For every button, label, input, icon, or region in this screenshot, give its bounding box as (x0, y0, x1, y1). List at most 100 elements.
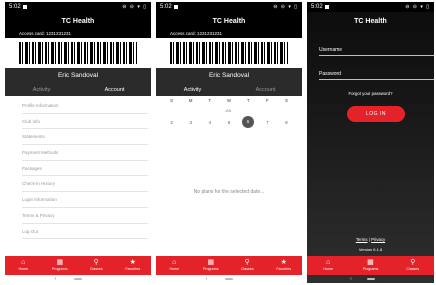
access-card-label: Access card: 1231231231 (5, 30, 151, 38)
privacy-link[interactable]: Privacy (371, 237, 385, 242)
calendar-month: JAN (224, 109, 232, 113)
tab-activity[interactable]: Activity (5, 84, 78, 96)
app-title: TC Health (354, 18, 387, 25)
menu-item-profile-information[interactable]: Profile Information (22, 98, 148, 114)
nav-programs[interactable]: ▦ Programs (349, 256, 391, 275)
nav-classes[interactable]: ⚲ Classes (392, 256, 434, 275)
status-icons: ⊖ ⊝ ▾ ▯ (122, 4, 147, 10)
phone-login-screen: 5:02 ⊖ ⊝ ▾ ▯ TC Health Username Password… (307, 2, 434, 283)
profile-tabs: Activity Account (156, 84, 302, 96)
app-title: TC Health (5, 12, 151, 32)
menu-item-payment-methods[interactable]: Payment Methods (22, 145, 148, 161)
nav-favorites[interactable]: ★ Favorites (266, 256, 303, 275)
running-person-icon: ⚲ (410, 259, 416, 266)
status-time: 5:02 (311, 4, 323, 10)
nav-label: Classes (406, 267, 420, 271)
nav-label: Home (169, 267, 180, 271)
calendar-day-selected[interactable]: 6 (242, 116, 255, 128)
menu-item-statements[interactable]: Statements (22, 129, 148, 146)
nav-home[interactable]: ⌂ Home (156, 256, 193, 275)
calendar-day[interactable]: 8 (277, 120, 296, 125)
weekday-label: T (208, 98, 212, 103)
status-icons: ⊖ ⊝ ▾ ▯ (405, 4, 430, 10)
status-bar: 5:02 ⊖ ⊝ ▾ ▯ (307, 2, 434, 12)
login-button[interactable]: LOG IN (347, 106, 405, 122)
terms-link[interactable]: Terms (356, 237, 368, 242)
menu-item-log-out[interactable]: Log Out (22, 224, 148, 240)
calendar-day[interactable]: 7 (258, 120, 277, 125)
calendar-day[interactable]: 2 (162, 120, 181, 125)
star-icon: ★ (280, 259, 287, 266)
tab-account[interactable]: Account (229, 84, 302, 96)
nav-label: Classes (240, 267, 254, 271)
calendar-day[interactable]: 4 (200, 120, 219, 125)
star-icon: ★ (129, 259, 136, 266)
calendar-day[interactable]: 5 (219, 120, 238, 125)
empty-state-message: No plans for the selected date... (193, 189, 265, 195)
running-person-icon: ⚲ (93, 259, 99, 266)
back-icon[interactable]: ‹ (55, 276, 57, 282)
profile-tabs: Activity Account (5, 84, 151, 96)
tab-account[interactable]: Account (78, 84, 151, 96)
weekday-label: F (265, 98, 269, 103)
calendar-day-selected-cell: 6 (239, 116, 258, 128)
screenshot-stage: 5:02 ⊖ ⊝ ▾ ▯ TC Health Access card: 1231… (0, 0, 436, 285)
calendar-days: 2 3 4 5 6 7 8 (162, 116, 296, 128)
nav-label: Programs (362, 267, 379, 271)
calendar-icon: ▦ (207, 259, 215, 266)
running-person-icon: ⚲ (244, 259, 250, 266)
nav-label: Favorites (125, 267, 141, 271)
status-bar: 5:02 ⊖ ⊝ ▾ ▯ (156, 2, 302, 12)
back-icon[interactable]: ‹ (206, 276, 208, 282)
nav-label: Classes (89, 267, 103, 271)
forgot-password-link[interactable]: Forgot your password? (307, 91, 434, 96)
link-separator: | (368, 237, 370, 242)
menu-item-login-information[interactable]: Login Information (22, 192, 148, 208)
back-icon[interactable]: ‹ (350, 276, 352, 282)
username-field[interactable]: Username (319, 47, 434, 56)
calendar-day[interactable]: 3 (181, 120, 200, 125)
nav-programs[interactable]: ▦ Programs (42, 256, 79, 275)
tab-activity[interactable]: Activity (156, 84, 229, 96)
notification-icon (23, 5, 27, 9)
weekday-label: T (246, 98, 250, 103)
nav-label: Programs (51, 267, 68, 271)
member-name: Eric Sandoval (208, 72, 250, 79)
barcode-image (19, 42, 137, 64)
system-nav-bar: ‹ (307, 275, 434, 283)
app-title: TC Health (156, 12, 302, 32)
weekday-label: W (226, 98, 232, 103)
calendar-weekdays: S M T W T F S (162, 98, 296, 103)
home-icon: ⌂ (326, 259, 331, 266)
nav-label: Programs (202, 267, 219, 271)
barcode-image (170, 42, 288, 64)
profile-header: Eric Sandoval Activity Account (156, 68, 302, 96)
nav-programs[interactable]: ▦ Programs (193, 256, 230, 275)
nav-classes[interactable]: ⚲ Classes (78, 256, 115, 275)
home-pill-icon[interactable] (74, 278, 82, 280)
phone-activity-screen: 5:02 ⊖ ⊝ ▾ ▯ TC Health Access card: 1231… (156, 2, 302, 283)
calendar-icon: ▦ (56, 259, 64, 266)
nav-favorites[interactable]: ★ Favorites (115, 256, 152, 275)
nav-label: Favorites (276, 267, 292, 271)
password-field[interactable]: Password (319, 71, 434, 80)
nav-classes[interactable]: ⚲ Classes (229, 256, 266, 275)
menu-item-club-info[interactable]: Club Info (22, 114, 148, 130)
home-pill-icon[interactable] (366, 278, 375, 280)
notification-icon (325, 5, 329, 9)
nav-home[interactable]: ⌂ Home (307, 256, 349, 275)
home-icon: ⌂ (172, 259, 177, 266)
status-time: 5:02 (9, 4, 21, 10)
nav-home[interactable]: ⌂ Home (5, 256, 42, 275)
home-icon: ⌂ (21, 259, 26, 266)
notification-icon (174, 5, 178, 9)
home-pill-icon[interactable] (225, 278, 233, 280)
account-menu: Profile Information Club Info Statements… (22, 98, 151, 240)
phone-account-screen: 5:02 ⊖ ⊝ ▾ ▯ TC Health Access card: 1231… (5, 2, 151, 283)
weekday-label: S (284, 98, 288, 103)
bottom-nav: ⌂ Home ▦ Programs ⚲ Classes (307, 256, 434, 275)
barcode-panel (156, 38, 302, 68)
menu-item-check-in-history[interactable]: Check-in History (22, 176, 148, 193)
menu-item-packages[interactable]: Packages (22, 161, 148, 177)
menu-item-terms-privacy[interactable]: Terms & Privacy (22, 208, 148, 224)
